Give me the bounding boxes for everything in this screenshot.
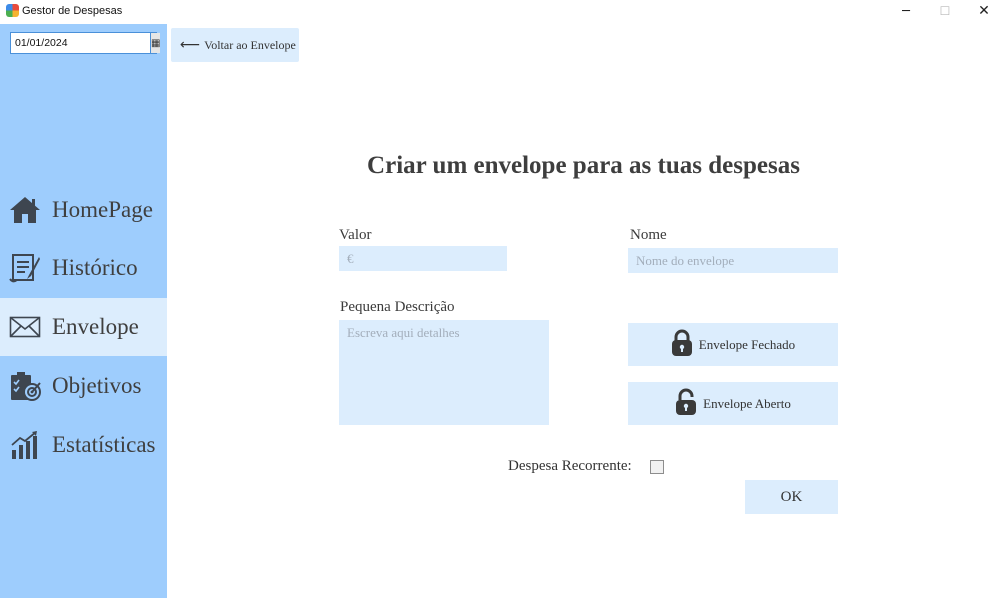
arrow-left-icon: ⟵ xyxy=(180,37,201,53)
sidebar-item-label: Histórico xyxy=(52,255,138,280)
goals-icon xyxy=(8,369,42,403)
back-button-label: Voltar ao Envelope xyxy=(204,37,296,52)
valor-label: Valor xyxy=(339,227,372,243)
sidebar-item-envelope[interactable]: Envelope xyxy=(0,298,167,356)
sidebar-item-label: HomePage xyxy=(52,197,153,222)
chart-icon xyxy=(8,428,42,462)
sidebar-item-homepage[interactable]: HomePage xyxy=(0,181,167,239)
sidebar: ▦ HomePage Histórico Envelope Objetivos … xyxy=(0,24,167,598)
envelope-closed-button[interactable]: Envelope Fechado xyxy=(628,323,838,366)
date-input[interactable] xyxy=(11,33,151,53)
descricao-textarea[interactable] xyxy=(339,320,549,425)
minimize-button[interactable]: ─ xyxy=(887,0,925,22)
sidebar-item-estatisticas[interactable]: Estatísticas xyxy=(0,416,167,474)
close-button[interactable]: ✕ xyxy=(965,0,1000,22)
date-picker[interactable]: ▦ xyxy=(10,32,161,54)
descricao-label: Pequena Descrição xyxy=(340,299,455,315)
back-to-envelope-button[interactable]: ⟵ Voltar ao Envelope xyxy=(171,28,299,62)
recurrent-label: Despesa Recorrente: xyxy=(508,458,632,474)
maximize-button[interactable]: ☐ xyxy=(926,0,964,22)
valor-input[interactable] xyxy=(339,246,507,271)
sidebar-item-label: Objetivos xyxy=(52,373,142,398)
sidebar-item-historico[interactable]: Histórico xyxy=(0,239,167,297)
nome-label: Nome xyxy=(630,227,667,243)
window-title: Gestor de Despesas xyxy=(22,5,123,17)
envelope-closed-label: Envelope Fechado xyxy=(698,336,796,352)
recurrent-checkbox[interactable] xyxy=(650,460,664,474)
sidebar-item-label: Envelope xyxy=(52,314,139,339)
history-icon xyxy=(8,251,42,285)
lock-closed-icon xyxy=(671,329,699,361)
title-bar: Gestor de Despesas ─ ☐ ✕ xyxy=(0,0,1000,24)
app-logo-icon xyxy=(6,4,19,17)
envelope-open-label: Envelope Aberto xyxy=(703,395,791,411)
nome-input[interactable] xyxy=(628,248,838,273)
lock-open-icon xyxy=(675,388,703,420)
envelope-icon xyxy=(8,310,42,344)
envelope-open-button[interactable]: Envelope Aberto xyxy=(628,382,838,425)
calendar-icon[interactable]: ▦ xyxy=(151,33,161,53)
sidebar-item-label: Estatísticas xyxy=(52,432,156,457)
ok-button[interactable]: OK xyxy=(745,480,838,514)
page-title: Criar um envelope para as tuas despesas xyxy=(367,152,800,179)
home-icon xyxy=(8,193,42,227)
sidebar-item-objetivos[interactable]: Objetivos xyxy=(0,357,167,415)
